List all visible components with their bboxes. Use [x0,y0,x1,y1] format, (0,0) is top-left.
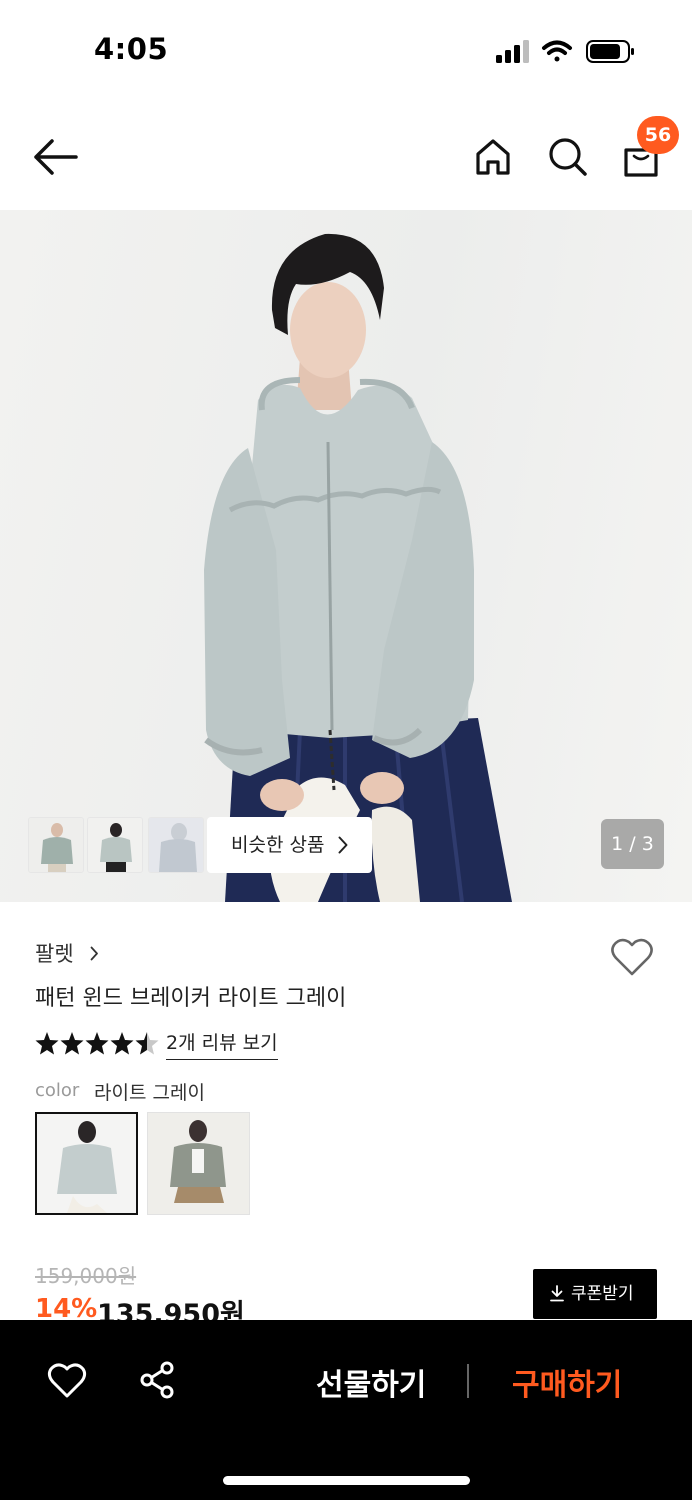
thumbnail-image [88,818,142,872]
cart-count-badge: 56 [637,116,679,154]
coupon-label: 쿠폰받기 [571,1284,634,1304]
original-price: 159,000원 [35,1264,137,1288]
buy-button[interactable]: 구매하기 [512,1360,622,1404]
back-arrow-icon[interactable] [30,136,82,178]
similar-products-label: 비슷한 상품 [231,834,325,856]
reviews-link[interactable]: 2개 리뷰 보기 [166,1028,278,1060]
star-icon [35,1032,59,1055]
model-photo [204,233,512,902]
share-icon[interactable] [137,1360,177,1400]
top-navigation [0,100,692,210]
home-indicator[interactable] [223,1476,470,1485]
chevron-right-icon [90,946,99,961]
color-option-image [37,1114,136,1213]
thumbnail-image [29,818,83,872]
search-icon[interactable] [545,134,591,180]
color-value: 라이트 그레이 [94,1082,205,1104]
gallery-thumbnail[interactable] [148,817,204,873]
gallery-thumbnail[interactable] [28,817,84,873]
divider [467,1364,469,1398]
half-star-icon [135,1032,159,1055]
get-coupon-button[interactable]: 쿠폰받기 [533,1269,657,1319]
download-icon [550,1285,564,1302]
gallery-thumbnail[interactable] [87,817,143,873]
star-icon [85,1032,109,1055]
star-icon [60,1032,84,1055]
color-option-image [148,1113,249,1214]
brand-name: 팔렛 [35,942,74,966]
color-option-light-gray[interactable] [35,1112,138,1215]
color-label: color [35,1080,80,1101]
product-name: 패턴 윈드 브레이커 라이트 그레이 [35,986,347,1011]
gift-button[interactable]: 선물하기 [316,1360,426,1404]
star-rating [35,1032,159,1055]
similar-products-button[interactable]: 비슷한 상품 [207,817,372,873]
status-icons [496,40,634,63]
product-main-image[interactable] [0,210,692,902]
wifi-icon [542,40,572,62]
wishlist-heart-icon[interactable] [609,936,655,978]
chevron-right-icon [338,836,348,854]
bottom-action-bar: 선물하기 구매하기 [0,1320,692,1500]
battery-icon [586,40,634,63]
status-time: 4:05 [94,32,169,66]
home-icon[interactable] [470,134,516,180]
color-option-khaki[interactable] [147,1112,250,1215]
brand-link[interactable]: 팔렛 [35,938,99,968]
star-icon [110,1032,134,1055]
gallery-page-indicator: 1 / 3 [601,819,664,869]
thumbnail-image [149,818,203,872]
heart-icon[interactable] [47,1362,87,1400]
status-bar: 4:05 [0,0,692,100]
face [290,282,366,378]
cellular-signal-icon [496,40,529,63]
